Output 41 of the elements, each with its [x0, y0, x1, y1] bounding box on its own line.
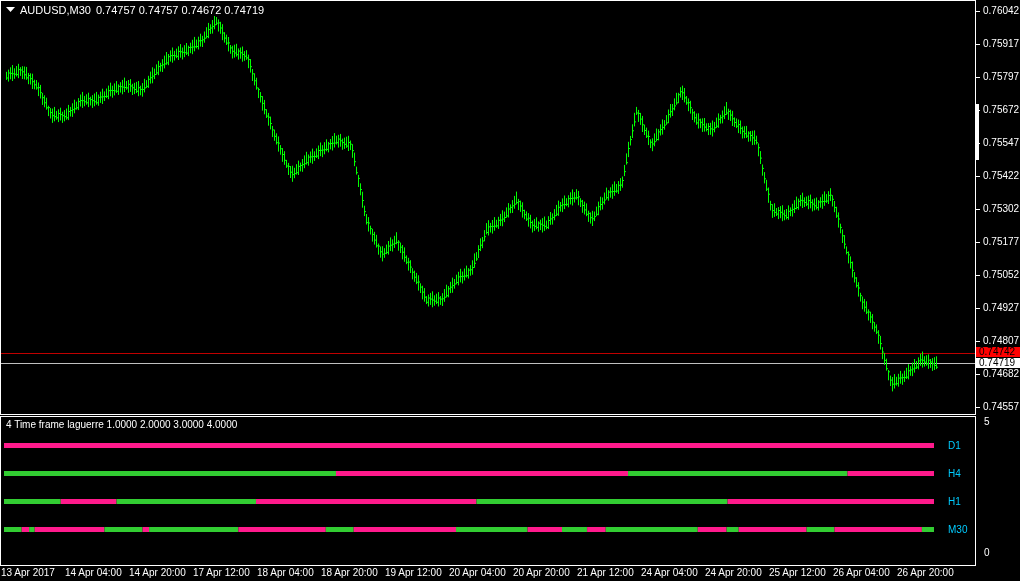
price-label: 0.75052 — [983, 269, 1020, 281]
date-label: 14 Apr 04:00 — [65, 566, 123, 580]
price-label: 0.74807 — [983, 335, 1020, 347]
price-label: 0.75917 — [983, 38, 1020, 50]
price-label: 0.75797 — [983, 71, 1020, 83]
price-label: 0.76042 — [983, 5, 1020, 17]
dropdown-icon[interactable] — [6, 7, 15, 13]
date-label: 17 Apr 12:00 — [193, 566, 251, 580]
scale-marker[interactable] — [976, 104, 979, 160]
price-label: 0.74682 — [983, 368, 1020, 380]
axis-label: 5 — [984, 416, 990, 427]
date-label: 21 Apr 12:00 — [577, 566, 635, 580]
date-label: 26 Apr 04:00 — [833, 566, 891, 580]
date-label: 20 Apr 04:00 — [449, 566, 507, 580]
price-label: 0.74557 — [983, 401, 1020, 413]
price-tag: 0.74742 — [976, 347, 1020, 357]
price-label: 0.75302 — [983, 203, 1020, 215]
symbol-label: AUDUSD,M30 — [20, 4, 91, 16]
indicator-title: 4 Time frame laguerre 1.0000 2.0000 3.0000 4.0000 — [5, 418, 239, 431]
date-label: 14 Apr 20:00 — [129, 566, 187, 580]
axis-label: 0 — [984, 547, 990, 558]
timeframe-label: M30 — [948, 523, 968, 535]
price-label: 0.75177 — [983, 236, 1020, 248]
timeframe-label: H4 — [948, 467, 961, 479]
date-label: 13 Apr 2017 — [1, 566, 56, 580]
timeframe-label: H1 — [948, 495, 961, 507]
price-label: 0.75672 — [983, 104, 1020, 116]
date-label: 25 Apr 12:00 — [769, 566, 827, 580]
date-label: 18 Apr 20:00 — [321, 566, 379, 580]
price-label: 0.75547 — [983, 137, 1020, 149]
date-label: 18 Apr 04:00 — [257, 566, 315, 580]
date-label: 24 Apr 20:00 — [705, 566, 763, 580]
timeframe-label: D1 — [948, 439, 961, 451]
date-label: 24 Apr 04:00 — [641, 566, 699, 580]
price-label: 0.75422 — [983, 170, 1020, 182]
date-label: 19 Apr 12:00 — [385, 566, 443, 580]
quote-values: 0.74757 0.74757 0.74672 0.74719 — [95, 4, 265, 16]
date-label: 20 Apr 20:00 — [513, 566, 571, 580]
date-label: 26 Apr 20:00 — [897, 566, 955, 580]
price-label: 0.74927 — [983, 302, 1020, 314]
price-tag: 0.74719 — [976, 358, 1020, 368]
